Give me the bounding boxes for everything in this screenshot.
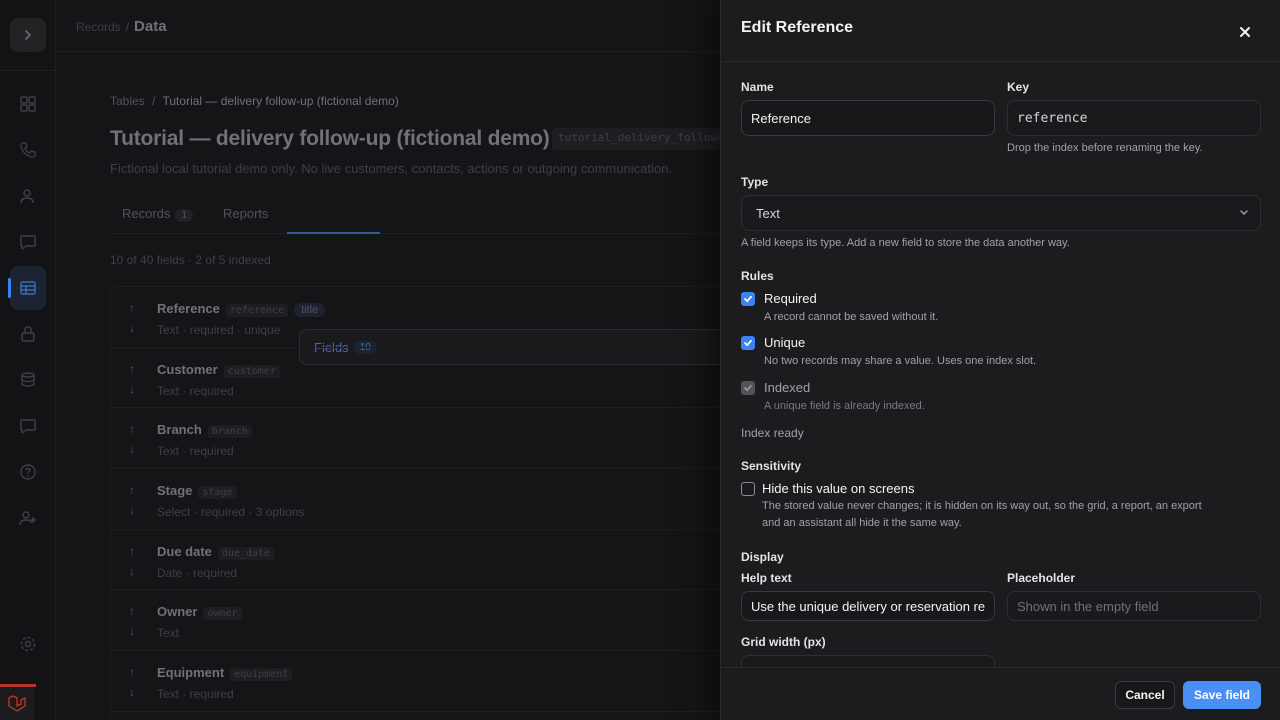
drawer-header: Edit Reference	[721, 0, 1280, 62]
modal-backdrop[interactable]	[0, 0, 720, 720]
hide-value-label[interactable]: Hide this value on screens	[762, 481, 914, 496]
edit-field-drawer: Edit Reference Name Reference Key refere…	[720, 0, 1280, 720]
type-select-value: Text	[756, 205, 780, 221]
indexed-checkbox	[741, 381, 755, 395]
save-field-button[interactable]: Save field	[1183, 681, 1261, 709]
cancel-button[interactable]: Cancel	[1115, 681, 1175, 709]
drawer-title: Edit Reference	[741, 19, 854, 36]
required-label[interactable]: Required	[764, 291, 817, 306]
drawer-body: Name Reference Key reference Drop the in…	[721, 62, 1280, 667]
name-input[interactable]: Reference	[741, 100, 995, 136]
close-button[interactable]	[1235, 22, 1255, 42]
grid-width-input[interactable]	[741, 655, 995, 667]
check-icon	[744, 295, 752, 303]
key-label: Key	[1007, 80, 1030, 94]
hide-value-help-line1: The stored value never changes; it is hi…	[762, 500, 1202, 512]
name-label: Name	[741, 80, 774, 94]
hide-value-checkbox[interactable]	[741, 482, 755, 496]
drawer-footer: Cancel Save field	[721, 667, 1280, 720]
unique-help: No two records may share a value. Uses o…	[764, 355, 1037, 367]
unique-checkbox[interactable]	[741, 336, 755, 350]
type-label: Type	[741, 175, 769, 189]
app: Records / Data Tables / Tutorial — deliver…	[0, 0, 1280, 720]
required-help: A record cannot be saved without it.	[764, 311, 939, 323]
placeholder-input[interactable]: Shown in the empty field	[1007, 591, 1261, 621]
help-text-label: Help text	[741, 571, 792, 585]
chevron-down-icon	[1240, 210, 1248, 215]
index-status: Index ready	[741, 426, 804, 440]
display-label: Display	[741, 550, 784, 564]
required-checkbox[interactable]	[741, 292, 755, 306]
check-icon	[744, 384, 752, 392]
unique-label[interactable]: Unique	[764, 335, 805, 350]
key-input[interactable]: reference	[1007, 100, 1261, 136]
type-select[interactable]: Text	[741, 195, 1261, 231]
rules-label: Rules	[741, 269, 774, 283]
key-help: Drop the index before renaming the key.	[1007, 142, 1203, 154]
type-help: A field keeps its type. Add a new field …	[741, 237, 1070, 249]
check-icon	[744, 339, 752, 347]
grid-width-label: Grid width (px)	[741, 635, 826, 649]
placeholder-label: Placeholder	[1007, 571, 1076, 585]
sensitivity-label: Sensitivity	[741, 459, 802, 473]
close-icon	[1240, 27, 1250, 37]
indexed-label: Indexed	[764, 380, 811, 395]
hide-value-help-line2: and an assistant all hide it the same wa…	[762, 517, 962, 529]
indexed-help: A unique field is already indexed.	[764, 400, 925, 412]
help-text-input[interactable]: Use the unique delivery or reservation r…	[741, 591, 995, 621]
